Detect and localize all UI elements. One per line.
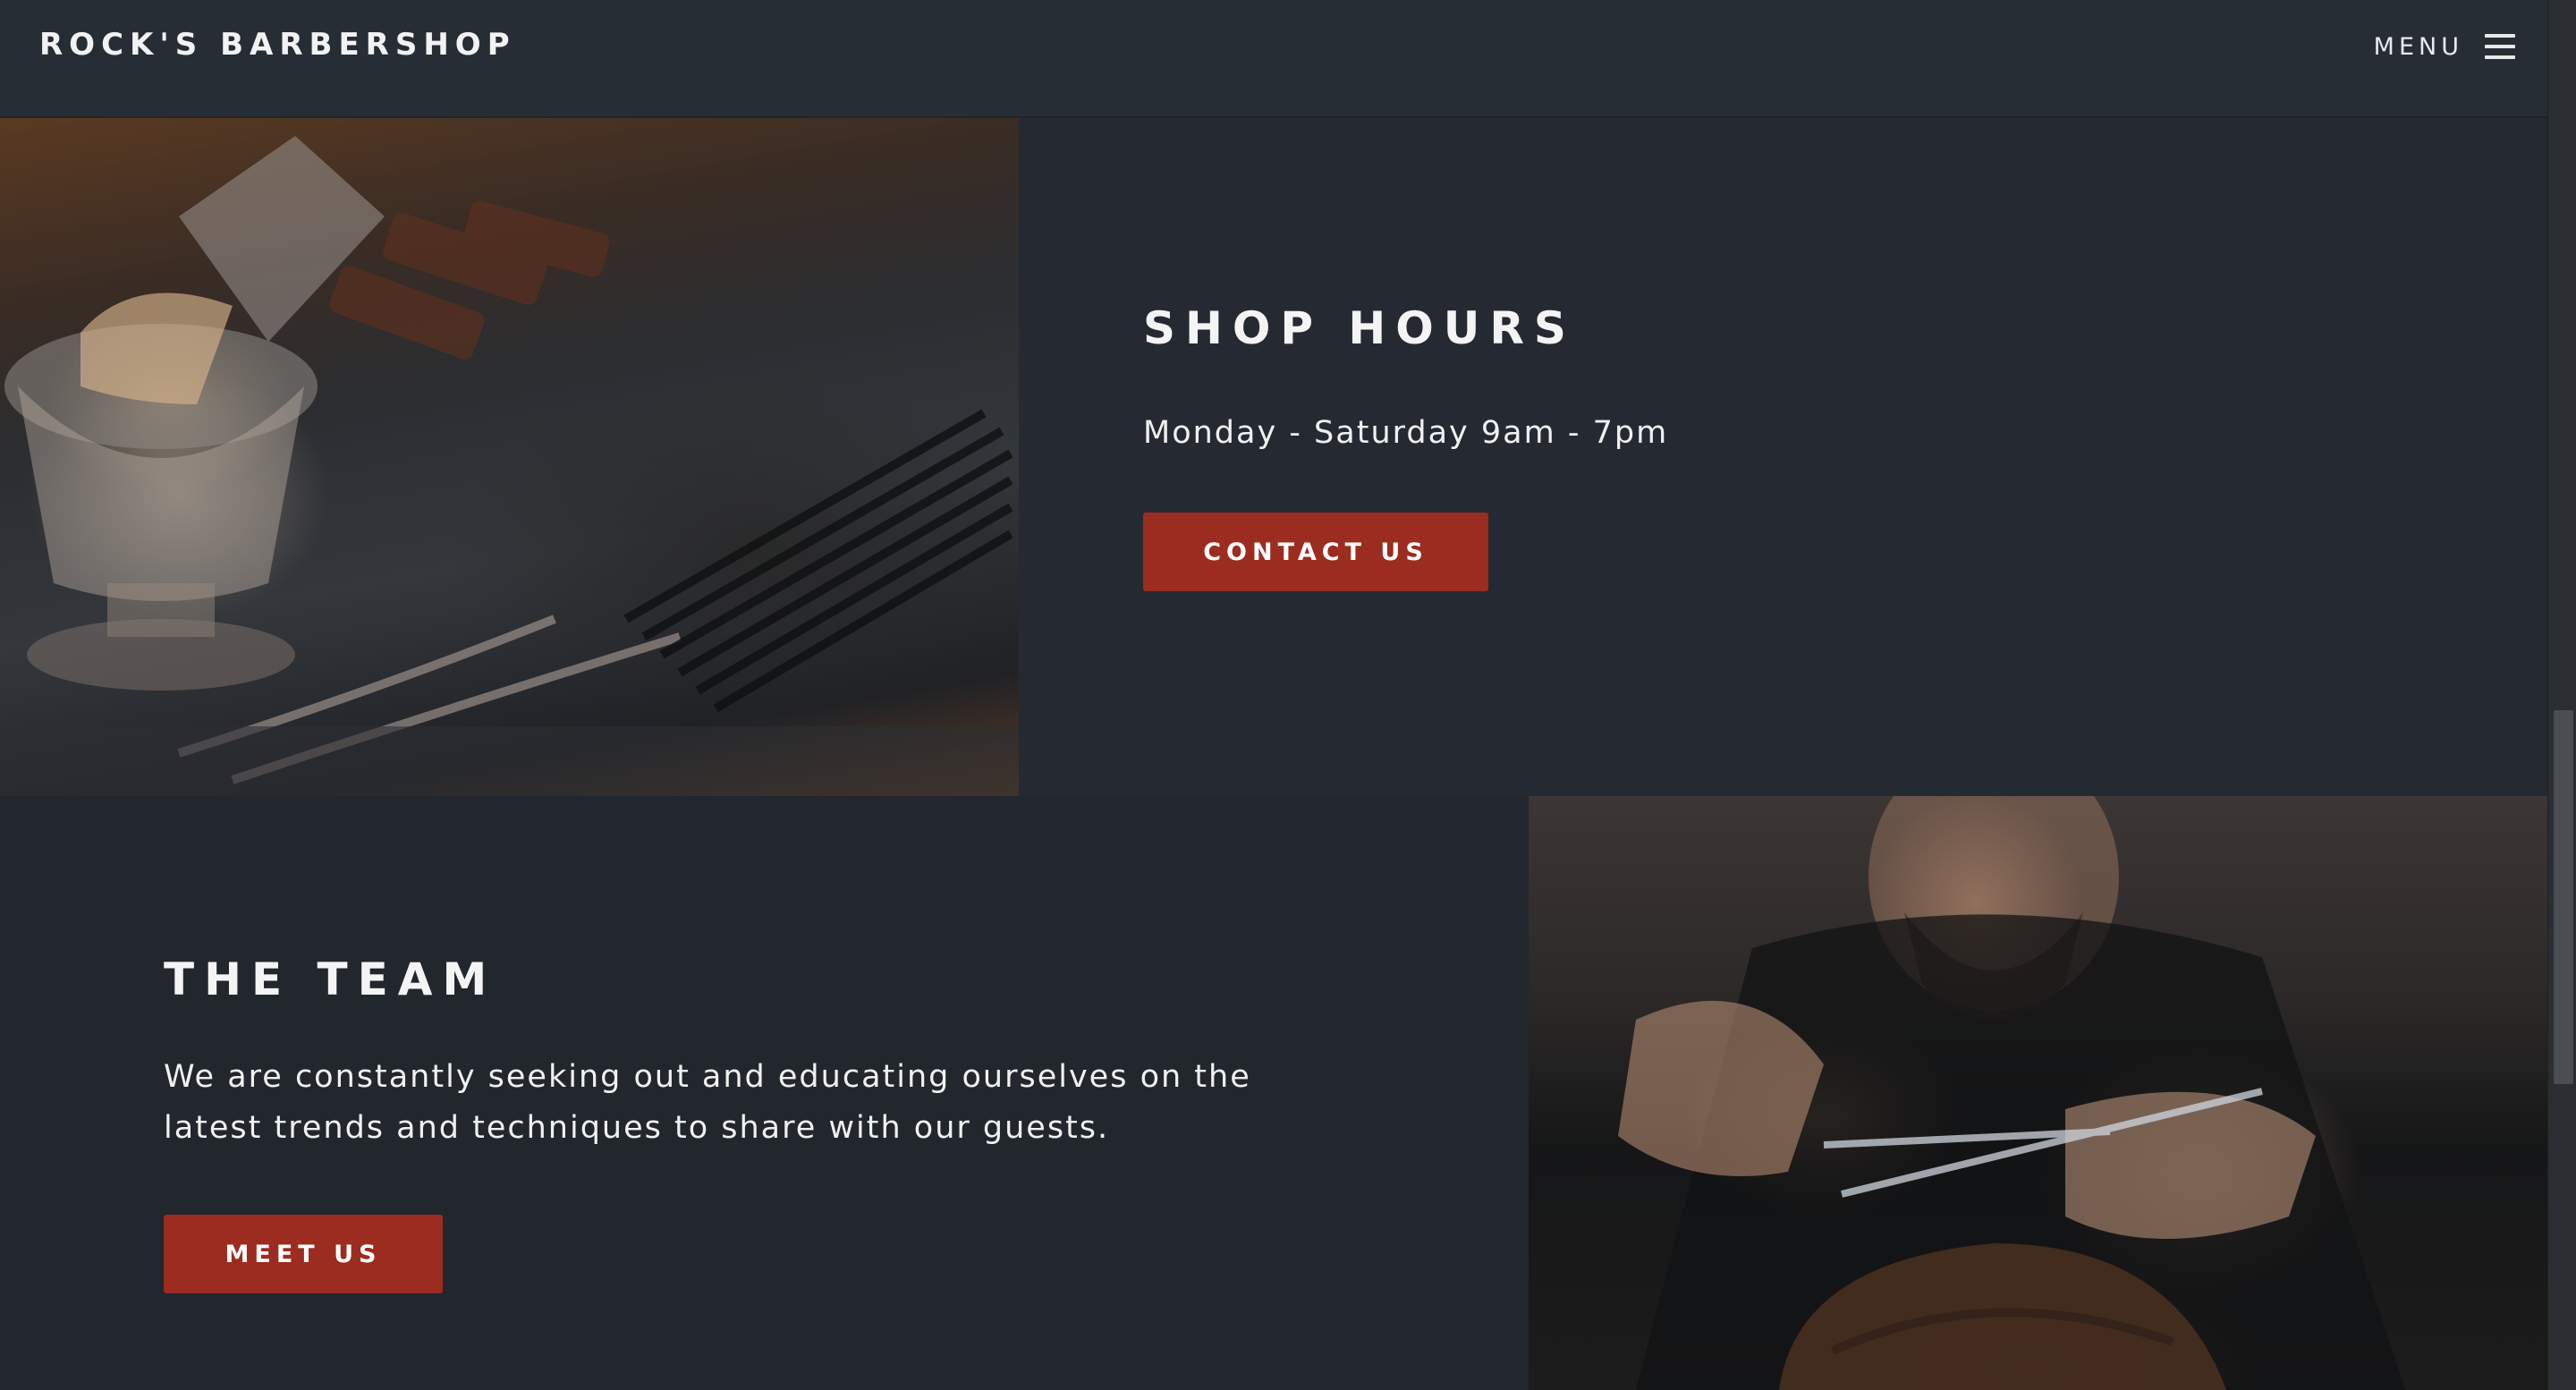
team-content: THE TEAM We are constantly seeking out a… [164,957,1416,1293]
menu-button[interactable]: MENU [2374,29,2515,64]
barber-cutting-hair-photo [1529,796,2547,1390]
team-text: We are constantly seeking out and educat… [164,1059,1251,1146]
contact-us-button[interactable]: CONTACT US [1143,513,1488,591]
scrollbar-thumb[interactable] [2554,710,2573,1084]
meet-us-button[interactable]: MEET US [164,1215,443,1293]
shop-hours-section: SHOP HOURS Monday - Saturday 9am - 7pm C… [0,118,2547,796]
navbar: ROCK'S BARBERSHOP MENU [0,0,2547,118]
shop-hours-heading: SHOP HOURS [1143,302,1576,354]
menu-label: MENU [2373,32,2463,61]
shop-hours-text: Monday - Saturday 9am - 7pm [1143,415,1669,451]
brand-logo[interactable]: ROCK'S BARBERSHOP [39,27,516,63]
page-scrollbar[interactable] [2547,0,2576,1390]
team-heading: THE TEAM [164,954,497,1005]
team-section: THE TEAM We are constantly seeking out a… [0,796,2547,1390]
shop-hours-content: SHOP HOURS Monday - Saturday 9am - 7pm C… [1143,306,2216,591]
page: ROCK'S BARBERSHOP MENU SHOP HOURS Monday… [0,0,2576,1390]
barber-tools-photo [0,118,1019,796]
hamburger-icon [2485,34,2515,59]
